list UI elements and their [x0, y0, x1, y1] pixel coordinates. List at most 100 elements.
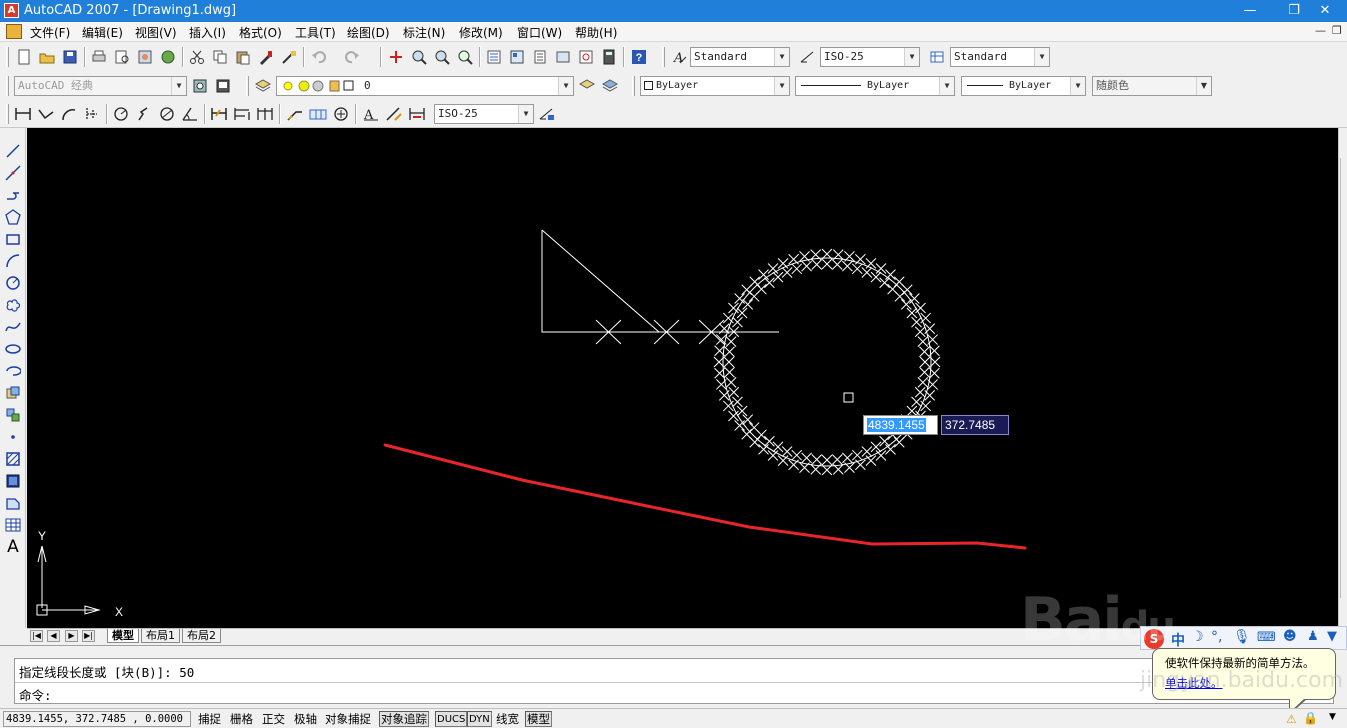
- workspace-toolbar-grip[interactable]: [6, 76, 9, 96]
- block-editor-icon[interactable]: [279, 47, 299, 67]
- point-icon[interactable]: [2, 426, 24, 448]
- table-style-icon[interactable]: [927, 47, 947, 67]
- warning-icon[interactable]: ⚠: [1286, 712, 1297, 726]
- circle-icon[interactable]: [2, 272, 24, 294]
- help-icon[interactable]: ?: [629, 47, 649, 67]
- statusbar-menu-icon[interactable]: ▼: [1329, 712, 1336, 722]
- modify-toolbar-clipped[interactable]: [1340, 158, 1347, 598]
- quick-leader-icon[interactable]: [285, 104, 305, 124]
- dim-style-select[interactable]: ISO-25 ▼: [820, 47, 920, 67]
- cut-icon[interactable]: [187, 47, 207, 67]
- first-tab-button[interactable]: |◀: [30, 630, 43, 642]
- coordinate-readout[interactable]: 4839.1455, 372.7485 , 0.0000: [3, 711, 191, 727]
- polyline-icon[interactable]: [2, 184, 24, 206]
- plotstyle-select[interactable]: 随颜色 ▼: [1092, 76, 1212, 96]
- menu-view[interactable]: 视图(V): [135, 24, 177, 41]
- polar-toggle[interactable]: 极轴: [292, 711, 319, 727]
- design-center-icon[interactable]: [507, 47, 527, 67]
- tolerance-icon[interactable]: [308, 104, 328, 124]
- tool-palettes-icon[interactable]: [530, 47, 550, 67]
- lineweight-select[interactable]: ByLayer ▼: [961, 76, 1086, 96]
- ime-punct-icon[interactable]: °,: [1211, 629, 1222, 645]
- menu-insert[interactable]: 插入(I): [189, 24, 226, 41]
- calculator-icon[interactable]: [599, 47, 619, 67]
- menu-file[interactable]: 文件(F): [30, 24, 70, 41]
- menu-modify[interactable]: 修改(M): [459, 24, 503, 41]
- ortho-toggle[interactable]: 正交: [260, 711, 287, 727]
- match-properties-icon[interactable]: [256, 47, 276, 67]
- construction-line-icon[interactable]: [2, 162, 24, 184]
- update-notification-balloon[interactable]: 使软件保持最新的简单方法。 单击此处。: [1152, 648, 1336, 715]
- ellipse-icon[interactable]: [2, 338, 24, 360]
- ime-lang-toggle[interactable]: 中: [1171, 630, 1185, 650]
- zoom-previous-icon[interactable]: [455, 47, 475, 67]
- osnap-toggle[interactable]: 对象捕捉: [323, 711, 373, 727]
- ime-moon-icon[interactable]: ☽: [1191, 629, 1204, 645]
- dynamic-input-y[interactable]: 372.7485: [941, 415, 1009, 435]
- linetype-select[interactable]: ByLayer ▼: [795, 76, 955, 96]
- linear-dim-icon[interactable]: [13, 104, 33, 124]
- properties-toolbar-grip[interactable]: [632, 76, 635, 96]
- gradient-icon[interactable]: [2, 470, 24, 492]
- 3d-dwf-icon[interactable]: [158, 47, 178, 67]
- ducs-toggle[interactable]: DUCS: [435, 711, 468, 727]
- model-space-toggle[interactable]: 模型: [525, 711, 552, 727]
- arc-icon[interactable]: [2, 250, 24, 272]
- ordinate-dim-icon[interactable]: [82, 104, 102, 124]
- workspace-select[interactable]: AutoCAD 经典 ▼: [14, 76, 187, 96]
- ime-user-icon[interactable]: ☻: [1283, 629, 1297, 644]
- spline-icon[interactable]: [2, 316, 24, 338]
- hatch-icon[interactable]: [2, 448, 24, 470]
- ime-mic-icon[interactable]: 🎙: [1233, 629, 1251, 645]
- styles-toolbar-grip[interactable]: [662, 47, 665, 67]
- properties-icon[interactable]: [484, 47, 504, 67]
- redo-icon[interactable]: [342, 47, 362, 67]
- toolbar-grip[interactable]: [6, 47, 9, 67]
- zoom-window-icon[interactable]: [432, 47, 452, 67]
- ime-keyboard-icon[interactable]: ⌨: [1257, 630, 1276, 645]
- rectangle-icon[interactable]: [2, 228, 24, 250]
- next-tab-button[interactable]: ▶: [65, 630, 78, 642]
- continue-dim-icon[interactable]: [255, 104, 275, 124]
- mdi-restore-button[interactable]: ❐: [1332, 24, 1342, 37]
- dim-edit-icon[interactable]: A: [361, 104, 381, 124]
- dim-update-icon[interactable]: [407, 104, 427, 124]
- dyn-toggle[interactable]: DYN: [467, 711, 492, 727]
- dynamic-input-x[interactable]: 4839.1455: [863, 415, 938, 435]
- menu-tools[interactable]: 工具(T): [295, 24, 336, 41]
- undo-icon[interactable]: [309, 47, 329, 67]
- tab-model[interactable]: 模型: [107, 629, 139, 643]
- sogou-logo-icon[interactable]: S: [1144, 629, 1164, 649]
- color-select[interactable]: ByLayer ▼: [640, 76, 790, 96]
- plot-icon[interactable]: [89, 47, 109, 67]
- text-style-select[interactable]: Standard ▼: [690, 47, 790, 67]
- autocad-app-icon[interactable]: A: [4, 3, 19, 18]
- lineweight-toggle[interactable]: 线宽: [494, 711, 521, 727]
- document-icon[interactable]: [6, 24, 22, 39]
- ime-skin-icon[interactable]: ♟: [1307, 629, 1319, 644]
- paste-icon[interactable]: [233, 47, 253, 67]
- text-style-icon[interactable]: A: [669, 47, 689, 67]
- table-icon[interactable]: [2, 514, 24, 536]
- pan-icon[interactable]: [386, 47, 406, 67]
- plot-preview-icon[interactable]: [112, 47, 132, 67]
- menu-help[interactable]: 帮助(H): [575, 24, 617, 41]
- tab-layout2[interactable]: 布局2: [182, 629, 221, 643]
- last-tab-button[interactable]: ▶|: [82, 630, 95, 642]
- center-mark-icon[interactable]: [331, 104, 351, 124]
- layer-select[interactable]: 0 ▼: [276, 76, 574, 96]
- quick-dim-icon[interactable]: [209, 104, 229, 124]
- revision-cloud-icon[interactable]: [2, 294, 24, 316]
- publish-icon[interactable]: [135, 47, 155, 67]
- prev-tab-button[interactable]: ◀: [47, 630, 60, 642]
- make-layer-current-icon[interactable]: [577, 76, 597, 96]
- layer-previous-icon[interactable]: [600, 76, 620, 96]
- layer-toolbar-grip[interactable]: [246, 76, 249, 96]
- menu-draw[interactable]: 绘图(D): [347, 24, 390, 41]
- menu-edit[interactable]: 编辑(E): [82, 24, 123, 41]
- close-button[interactable]: ✕: [1303, 0, 1347, 22]
- balloon-link[interactable]: 单击此处。: [1165, 675, 1223, 691]
- jogged-dim-icon[interactable]: [134, 104, 154, 124]
- aligned-dim-icon[interactable]: [36, 104, 56, 124]
- snap-toggle[interactable]: 捕捉: [196, 711, 223, 727]
